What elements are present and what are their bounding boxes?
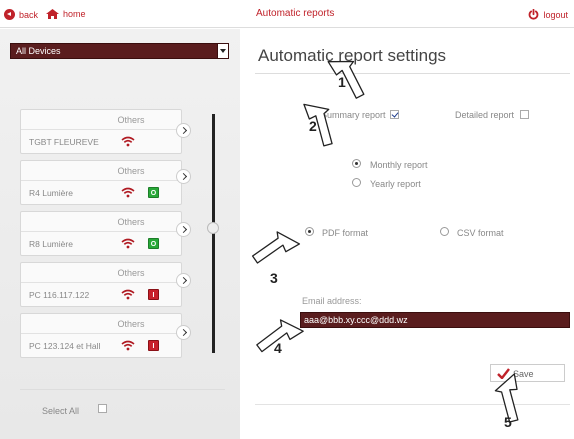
device-category: Others [117,319,145,329]
yearly-report-radio[interactable] [352,178,361,187]
callout-arrow-4: 4 [256,318,304,358]
summary-report-checkbox[interactable] [390,110,399,119]
device-card[interactable]: Others R8 Lumière O [20,211,182,256]
back-label: back [19,9,39,20]
device-name: PC 116.117.122 [29,290,90,300]
logout-label: logout [543,9,568,20]
callout-arrow-icon [303,103,333,147]
select-all-checkbox[interactable] [98,404,107,413]
csv-format-label: CSV format [457,228,504,238]
device-card[interactable]: Others PC 123.124 et Hall I [20,313,182,358]
device-name: TGBT FLEUREVE [29,137,99,147]
wifi-icon [121,136,135,147]
select-all-label: Select All [42,406,80,416]
divider [255,73,570,74]
wifi-icon [121,289,135,300]
callout-number: 4 [274,340,282,356]
back-arrow-icon [4,9,15,20]
device-category: Others [117,115,145,125]
csv-format-radio[interactable] [440,227,449,236]
power-icon [529,9,539,20]
device-category: Others [117,166,145,176]
pdf-format-radio[interactable] [305,227,314,236]
status-badge: O [148,238,159,249]
divider [20,389,225,390]
home-icon [46,9,59,19]
callout-arrow-3: 3 [251,230,301,286]
top-bar: back home Automatic reports logout [0,0,574,28]
callout-arrow-1: 1 [322,58,370,99]
device-filter-select[interactable]: All Devices [10,43,229,59]
chevron-right-icon[interactable] [176,273,191,288]
chevron-down-icon[interactable] [217,44,228,58]
wifi-icon [121,340,135,351]
callout-arrow-2: 2 [294,103,342,147]
monthly-report-radio[interactable] [352,159,361,168]
wifi-icon [121,238,135,249]
email-label: Email address: [302,296,362,306]
callout-number: 5 [504,414,512,430]
card-divider [21,180,181,181]
yearly-report-label: Yearly report [370,179,421,189]
page-header-title: Automatic reports [256,8,335,19]
device-sidebar: All Devices Others TGBT FLEUREVE Others … [0,29,240,439]
status-badge: I [148,289,159,300]
detailed-report-label: Detailed report [455,110,515,120]
callout-arrow-5: 5 [488,373,536,430]
device-name: R4 Lumière [29,188,73,198]
email-field[interactable]: aaa@bbb.xy.ccc@ddd.wz [300,312,570,328]
home-link[interactable]: home [46,9,86,19]
device-category: Others [117,217,145,227]
callout-arrow-icon [494,373,519,423]
pdf-format-label: PDF format [322,228,369,238]
chevron-right-icon[interactable] [176,123,191,138]
back-link[interactable]: back [4,9,38,20]
device-category: Others [117,268,145,278]
detailed-report-checkbox[interactable] [520,110,529,119]
card-divider [21,231,181,232]
callout-number: 2 [309,118,317,134]
device-card[interactable]: Others PC 116.117.122 I [20,262,182,307]
device-name: PC 123.124 et Hall [29,341,101,351]
callout-arrow-icon [327,60,365,99]
status-badge: I [148,340,159,351]
device-filter-value: All Devices [16,46,61,56]
chevron-right-icon[interactable] [176,222,191,237]
callout-number: 3 [270,270,278,286]
card-divider [21,333,181,334]
callout-arrow-icon [251,231,301,264]
device-name: R8 Lumière [29,239,73,249]
wifi-icon [121,187,135,198]
device-card[interactable]: Others TGBT FLEUREVE [20,109,182,154]
card-divider [21,282,181,283]
home-label: home [63,9,86,19]
status-badge: O [148,187,159,198]
chevron-right-icon[interactable] [176,169,191,184]
callout-number: 1 [338,74,346,90]
card-divider [21,129,181,130]
scrollbar-thumb[interactable] [207,222,219,234]
chevron-right-icon[interactable] [176,325,191,340]
device-card[interactable]: Others R4 Lumière O [20,160,182,205]
monthly-report-label: Monthly report [370,160,428,170]
logout-link[interactable]: logout [528,9,568,20]
